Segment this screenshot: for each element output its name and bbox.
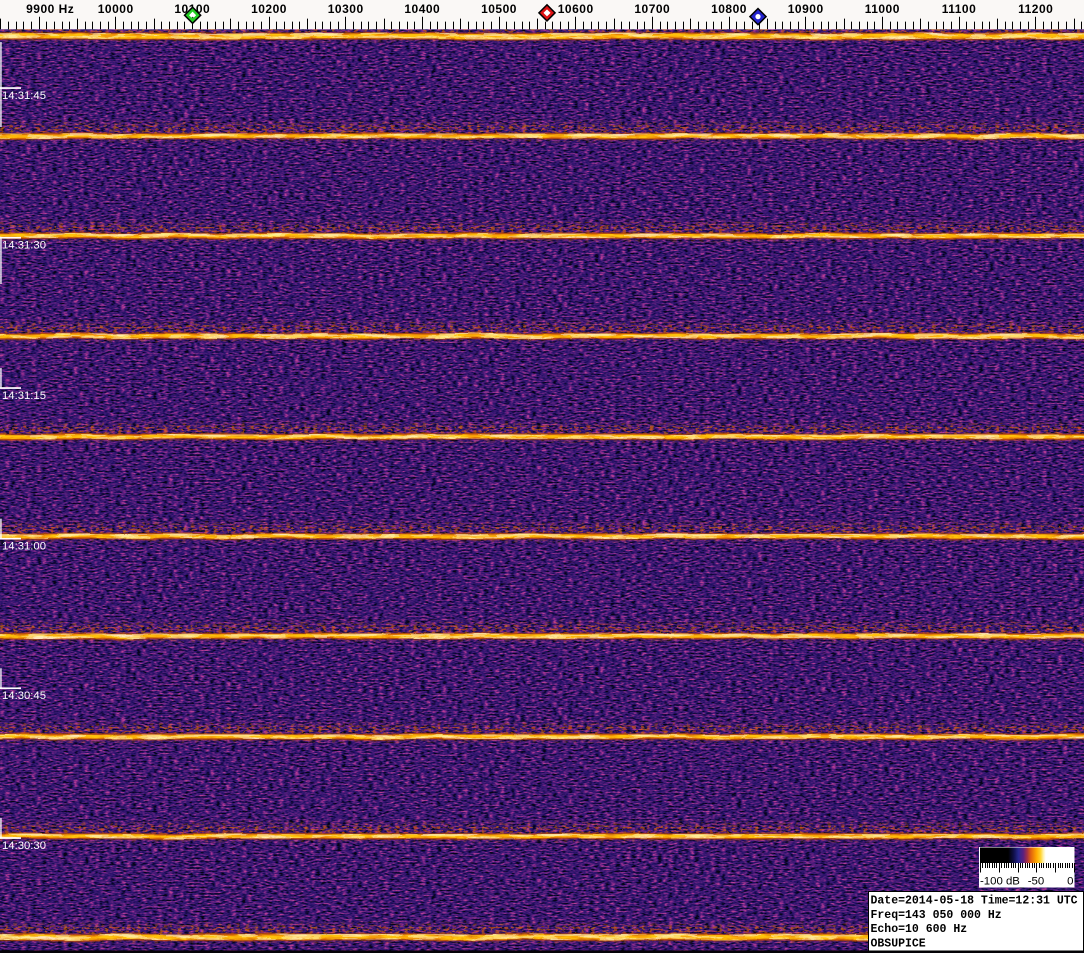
svg-text:Freq=143 050 000 Hz: Freq=143 050 000 Hz: [871, 909, 1002, 922]
svg-text:-100 dB: -100 dB: [980, 876, 1020, 888]
svg-text:10300: 10300: [328, 2, 364, 16]
svg-text:14:31:15: 14:31:15: [2, 390, 46, 402]
svg-text:11100: 11100: [942, 2, 977, 16]
svg-text:0: 0: [1067, 876, 1073, 888]
svg-text:10700: 10700: [634, 2, 670, 16]
svg-text:14:30:45: 14:30:45: [2, 690, 46, 702]
svg-text:10200: 10200: [251, 2, 287, 16]
svg-text:14:31:30: 14:31:30: [2, 240, 46, 252]
svg-text:10900: 10900: [788, 2, 824, 16]
svg-text:14:31:45: 14:31:45: [2, 90, 46, 102]
svg-text:11200: 11200: [1018, 2, 1053, 16]
svg-text:-50: -50: [1028, 876, 1044, 888]
svg-text:10600: 10600: [558, 2, 594, 16]
svg-text:Date=2014-05-18 Time=12:31 UTC: Date=2014-05-18 Time=12:31 UTC: [871, 895, 1078, 908]
svg-text:14:30:30: 14:30:30: [2, 840, 46, 852]
svg-text:OBSUPICE: OBSUPICE: [871, 938, 926, 951]
svg-text:10400: 10400: [404, 2, 440, 16]
svg-text:11000: 11000: [865, 2, 900, 16]
svg-text:10800: 10800: [711, 2, 747, 16]
svg-text:10500: 10500: [481, 2, 517, 16]
svg-text:10000: 10000: [98, 2, 134, 16]
svg-text:14:31:00: 14:31:00: [2, 540, 46, 552]
svg-text:Echo=10 600 Hz: Echo=10 600 Hz: [871, 923, 968, 936]
svg-text:9900 Hz: 9900 Hz: [26, 2, 74, 16]
